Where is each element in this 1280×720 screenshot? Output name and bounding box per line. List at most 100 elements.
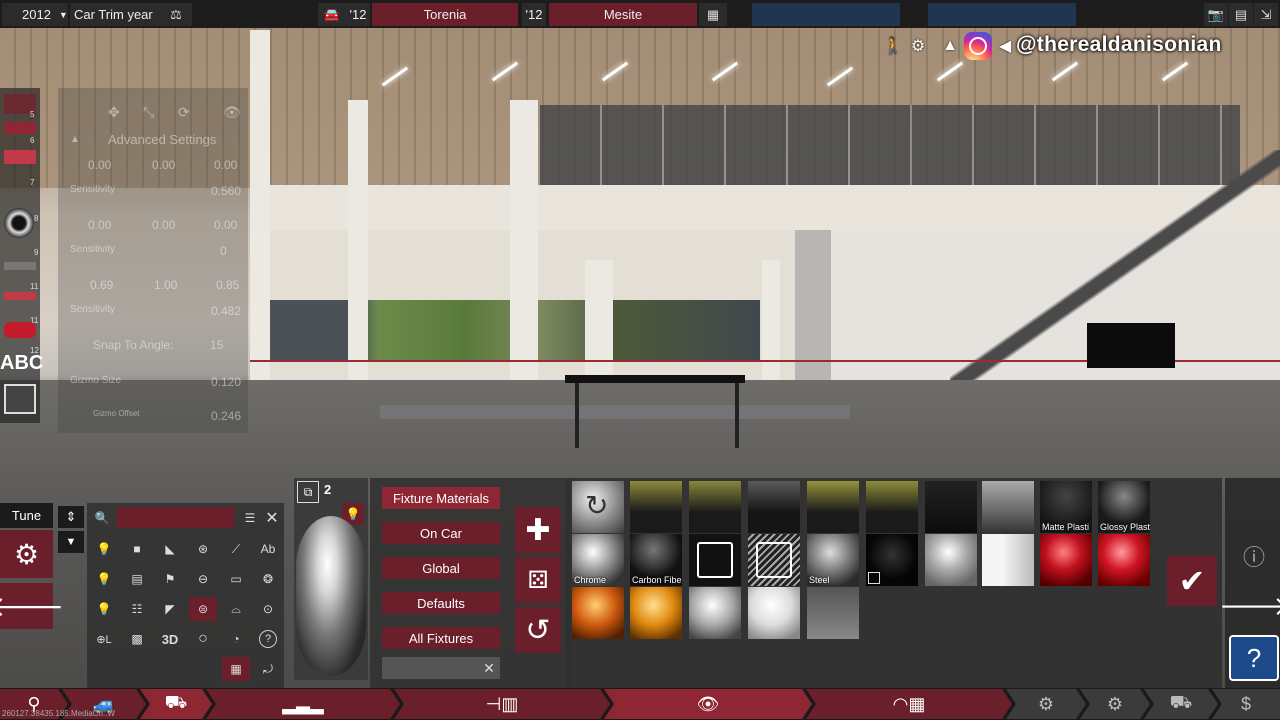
wiper-icon[interactable]: ⟋ <box>222 537 250 561</box>
random-material-button[interactable]: ⚄ <box>515 557 561 603</box>
triangle-up-icon[interactable]: ▲ <box>938 34 962 58</box>
part-thumbnail[interactable] <box>4 292 36 300</box>
speaker-part-icon[interactable] <box>4 208 34 238</box>
material-swatch-dark[interactable] <box>866 534 918 586</box>
on-car-button[interactable]: On Car <box>382 522 500 544</box>
rotate-icon[interactable]: ⟳ <box>178 104 190 121</box>
part-thumbnail[interactable] <box>4 262 36 270</box>
scale-icon[interactable]: ⚖ <box>160 3 192 26</box>
scale-x[interactable]: 0.69 <box>90 278 113 292</box>
decal-search-input[interactable] <box>117 507 234 528</box>
nav-chassis[interactable]: ▂▃▂ <box>206 689 400 719</box>
fixture-materials-button[interactable]: Fixture Materials <box>382 487 500 509</box>
nav-appearance[interactable]: 👁 <box>604 689 812 719</box>
all-fixtures-button[interactable]: All Fixtures <box>382 627 500 649</box>
layers-icon[interactable]: ⧉ <box>297 481 319 503</box>
material-swatch-silver-2[interactable] <box>689 587 741 639</box>
material-swatch-steel[interactable]: Steel <box>807 534 859 586</box>
sensitivity-value[interactable]: 0.560 <box>211 184 241 198</box>
nav-engine[interactable]: ⊣▥ <box>394 689 610 719</box>
part-thumbnail[interactable] <box>4 122 36 134</box>
reset-material-button[interactable]: ↺ <box>515 607 561 653</box>
pos-z[interactable]: 0.00 <box>214 158 237 172</box>
nav-trim[interactable]: ⚙ <box>1006 689 1086 719</box>
pos-x[interactable]: 0.00 <box>88 158 111 172</box>
global-button[interactable]: Global <box>382 557 500 579</box>
flag-shape-icon[interactable]: ⚑ <box>156 567 184 591</box>
material-swatch-glass-frosted[interactable] <box>748 534 800 586</box>
rot-z[interactable]: 0.00 <box>214 218 237 232</box>
calculator-icon[interactable]: ▦ <box>222 657 250 681</box>
scale-y[interactable]: 1.00 <box>154 278 177 292</box>
material-swatch-red-metallic[interactable] <box>1040 534 1092 586</box>
square-shape-icon[interactable]: ■ <box>123 537 151 561</box>
model-name-field[interactable]: Torenia <box>372 3 518 26</box>
material-swatch-car-3[interactable] <box>748 481 800 533</box>
car-part-icon[interactable] <box>4 322 36 338</box>
add-material-button[interactable]: ✚ <box>515 507 561 553</box>
scale-z[interactable]: 0.85 <box>216 278 239 292</box>
gizmo-size-value[interactable]: 0.120 <box>211 375 241 389</box>
mirror-icon[interactable]: ◤ <box>156 597 184 621</box>
exit-icon[interactable]: ⇲ <box>1254 3 1278 26</box>
clear-search-icon[interactable]: ✕ <box>478 657 500 679</box>
menu-icon[interactable]: ▤ <box>1229 3 1253 26</box>
help-button[interactable]: ? <box>259 630 277 648</box>
nav-market[interactable]: $ <box>1212 689 1280 719</box>
rot-y[interactable]: 0.00 <box>152 218 175 232</box>
hook-icon[interactable]: ⤾ <box>254 657 282 681</box>
material-swatch-glossy-plastic[interactable]: Glossy Plast <box>1098 481 1150 533</box>
wheel-icon[interactable]: ⊛ <box>189 537 217 561</box>
3d-tool-button[interactable]: 3D <box>156 627 184 651</box>
material-swatch-gradient[interactable] <box>807 587 859 639</box>
help-question-button[interactable]: ? <box>1229 635 1279 681</box>
text-decal-badge[interactable]: ABC <box>0 352 43 375</box>
eye-icon[interactable]: 👁 <box>223 104 241 121</box>
light-icon[interactable]: 💡 <box>90 597 118 621</box>
gizmo-offset-value[interactable]: 0.246 <box>211 409 241 423</box>
car-icon[interactable]: 🚘 <box>318 3 346 26</box>
grille-icon[interactable]: ▤ <box>123 567 151 591</box>
material-swatch-car-1[interactable] <box>630 481 682 533</box>
grid-icon[interactable]: ▦ <box>699 3 727 26</box>
seat-icon[interactable]: ⌓ <box>222 597 250 621</box>
badge-icon[interactable]: ▭ <box>222 567 250 591</box>
material-swatch-chrome[interactable]: Chrome <box>572 534 624 586</box>
light-icon[interactable]: 💡 <box>90 537 118 561</box>
light-icon[interactable]: 💡 <box>90 567 118 591</box>
logo-icon[interactable]: ◔ <box>222 627 250 651</box>
triangle-left-icon[interactable]: ◀ <box>993 34 1017 58</box>
nav-testing[interactable]: ◠▦ <box>806 689 1012 719</box>
lock-icon[interactable]: ⊕L <box>90 627 118 651</box>
blue-slot-2[interactable] <box>928 3 1076 26</box>
handle-icon[interactable]: ⊖ <box>189 567 217 591</box>
close-icon[interactable]: ✕ <box>258 506 286 530</box>
rim-icon[interactable]: ❂ <box>254 567 282 591</box>
material-swatch-red-glossy[interactable] <box>1098 534 1150 586</box>
blue-slot-1[interactable] <box>752 3 900 26</box>
material-swatch-orange-2[interactable] <box>630 587 682 639</box>
material-swatch-glass-clear[interactable] <box>689 534 741 586</box>
part-thumbnail[interactable] <box>4 150 36 164</box>
material-swatch-white[interactable] <box>982 534 1034 586</box>
move-up-down-button[interactable]: ⇕ <box>58 506 84 528</box>
defaults-button[interactable]: Defaults <box>382 592 500 614</box>
vent-icon[interactable]: ☷ <box>123 597 151 621</box>
gear-icon[interactable]: ⚙ <box>906 34 930 58</box>
scale-arrows-icon[interactable]: ⤡ <box>143 104 154 121</box>
move-icon[interactable]: ✥ <box>108 104 120 121</box>
collapse-icon[interactable]: ▲ <box>70 134 80 145</box>
material-swatch-car-5[interactable] <box>866 481 918 533</box>
walk-icon[interactable]: 🚶 <box>881 34 905 58</box>
camera-icon[interactable]: 📷 <box>1204 3 1228 26</box>
warning-button[interactable]: ⓘ <box>1229 533 1279 579</box>
sensitivity-value[interactable]: 0.482 <box>211 304 241 318</box>
trim-name-field[interactable]: Mesite <box>549 3 697 26</box>
material-swatch-carbon-fiber[interactable]: Carbon Fiber <box>630 534 682 586</box>
material-swatch-silver[interactable] <box>925 534 977 586</box>
collapse-down-button[interactable]: ▼ <box>58 531 84 553</box>
text-tool-button[interactable]: Ab <box>254 537 282 561</box>
ramp-shape-icon[interactable]: ◣ <box>156 537 184 561</box>
material-swatch-car-6[interactable] <box>925 481 977 533</box>
material-swatch-car-2[interactable] <box>689 481 741 533</box>
